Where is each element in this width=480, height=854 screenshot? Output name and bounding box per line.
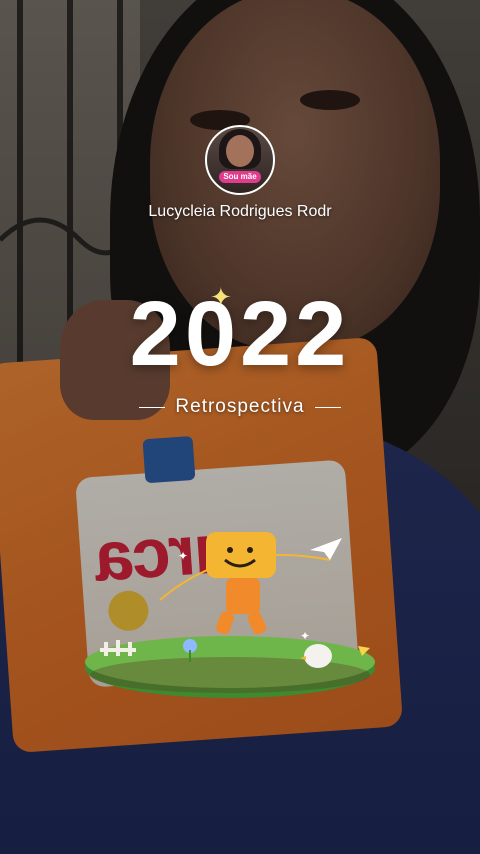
avatar[interactable]: Sou mãe	[205, 125, 275, 195]
subtitle-divider-left	[139, 406, 166, 408]
animated-scene: ✦ ✦	[80, 520, 400, 700]
subtitle-divider-right	[314, 406, 341, 408]
recap-subtitle: Retrospectiva	[175, 396, 305, 417]
sparkle-icon: ✦	[210, 282, 232, 312]
profile-header: Sou mãe Lucycleia Rodrigues Rodr	[0, 125, 480, 221]
username: Lucycleia Rodrigues Rodr	[148, 203, 332, 220]
recap-year: 2022	[129, 283, 351, 385]
avatar-badge: Sou mãe	[219, 171, 261, 183]
svg-text:✦: ✦	[178, 549, 188, 563]
recap-subtitle-row: Retrospectiva	[0, 396, 480, 418]
avatar-face	[226, 135, 254, 167]
svg-text:✦: ✦	[300, 629, 310, 643]
